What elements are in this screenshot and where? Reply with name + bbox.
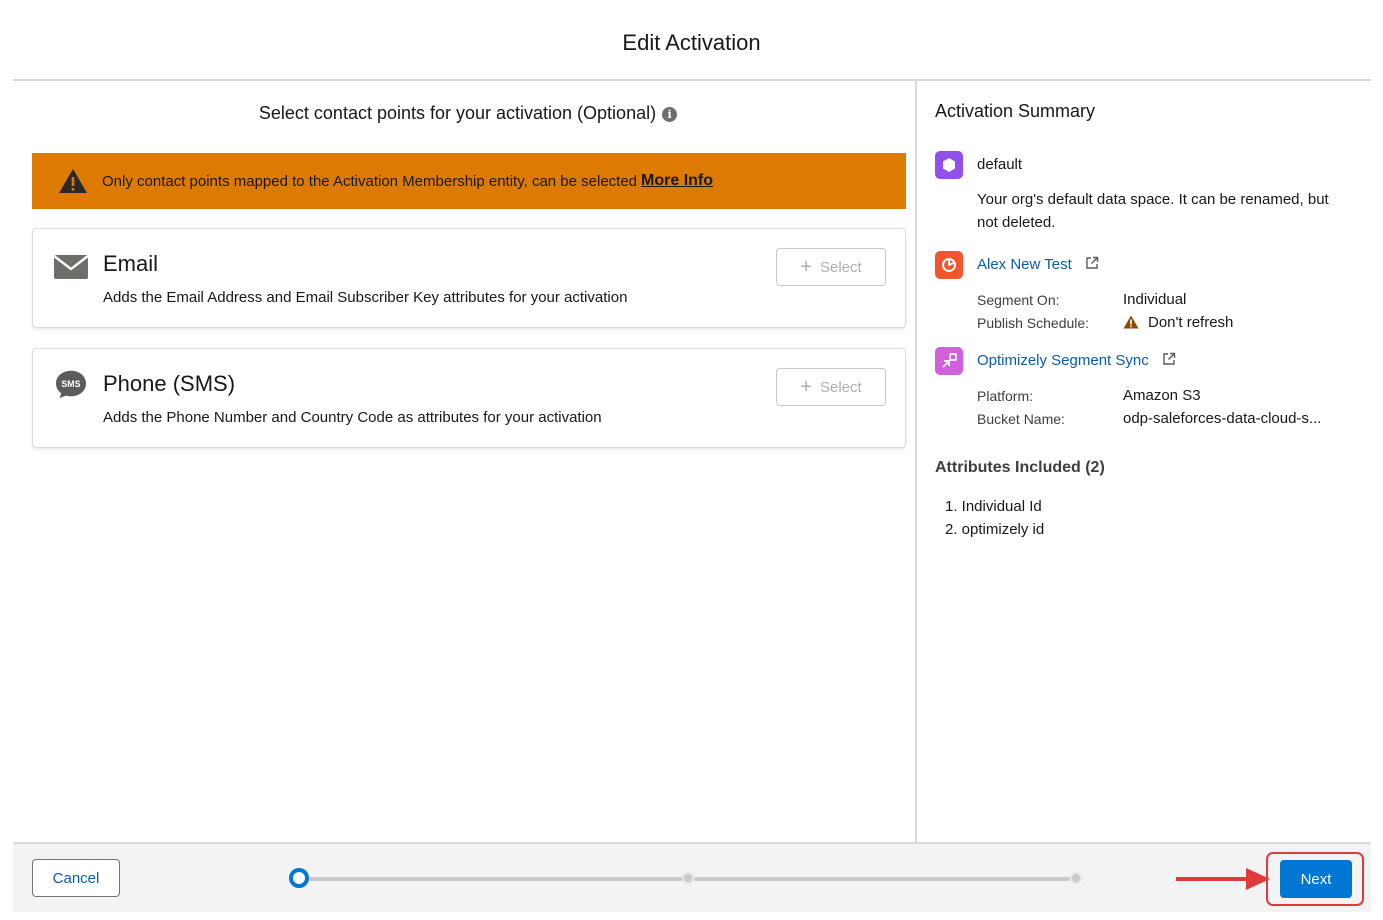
sms-title: Phone (SMS) (103, 371, 236, 396)
external-link-icon[interactable] (1085, 256, 1099, 270)
external-link-icon[interactable] (1162, 352, 1176, 366)
warning-icon (1123, 315, 1139, 329)
sms-select-label: Select (819, 378, 862, 396)
warning-banner: Only contact points mapped to the Activa… (32, 153, 906, 209)
publish-schedule-value: Don't refresh (1148, 314, 1234, 331)
data-space-description: Your org's default data space. It can be… (977, 191, 1329, 231)
contact-points-heading: Select contact points for your activatio… (13, 103, 923, 124)
target-link[interactable]: Optimizely Segment Sync (977, 352, 1149, 369)
activation-summary-panel: Activation Summary default Your org's de… (917, 81, 1383, 842)
summary-title: Activation Summary (935, 101, 1096, 121)
platform-label: Platform: (977, 388, 1034, 404)
activation-target-icon (935, 347, 963, 375)
segment-row: Alex New Test (977, 256, 1099, 273)
progress-track (694, 877, 1070, 881)
plus-icon: + (800, 376, 812, 398)
next-button[interactable]: Next (1280, 860, 1352, 898)
platform-value: Amazon S3 (1123, 387, 1201, 404)
cancel-button[interactable]: Cancel (32, 859, 120, 897)
sms-description: Adds the Phone Number and Country Code a… (103, 409, 602, 426)
attributes-title: Attributes Included (2) (935, 459, 1105, 476)
email-icon (53, 255, 89, 279)
email-select-button[interactable]: + Select (776, 248, 886, 286)
progress-step-1[interactable] (289, 868, 309, 888)
email-title: Email (103, 251, 159, 276)
data-space-name: default (977, 156, 1023, 173)
info-icon[interactable]: i (662, 107, 678, 122)
more-info-link[interactable]: More Info (641, 172, 713, 190)
email-select-label: Select (819, 258, 862, 276)
segment-link[interactable]: Alex New Test (977, 256, 1072, 273)
warning-text: Only contact points mapped to the Activa… (102, 172, 638, 190)
segment-on-value: Individual (1123, 291, 1187, 308)
attribute-item: 1. Individual Id (945, 498, 1042, 515)
modal-title: Edit Activation (622, 30, 761, 55)
warning-icon (59, 169, 87, 193)
progress-indicator (289, 868, 1089, 890)
segment-on-label: Segment On: (977, 292, 1060, 308)
progress-step-2[interactable] (682, 872, 694, 884)
bucket-name-label: Bucket Name: (977, 411, 1065, 427)
sms-select-button[interactable]: + Select (776, 368, 886, 406)
publish-schedule-label: Publish Schedule: (977, 315, 1090, 331)
sms-icon: SMS (56, 370, 86, 399)
attribute-item: 2. optimizely id (945, 521, 1045, 538)
svg-text:SMS: SMS (61, 379, 80, 389)
segment-icon (935, 251, 963, 279)
email-contact-card: Email Adds the Email Address and Email S… (32, 228, 906, 328)
publish-schedule-row: Don't refresh (1123, 314, 1233, 331)
contact-points-heading-text: Select contact points for your activatio… (258, 103, 657, 123)
target-row: Optimizely Segment Sync (977, 352, 1176, 369)
sms-contact-card: SMS Phone (SMS) Adds the Phone Number an… (32, 348, 906, 448)
red-arrow-annotation (1176, 868, 1270, 890)
progress-step-3[interactable] (1070, 872, 1082, 884)
contact-points-panel: Select contact points for your activatio… (13, 81, 915, 842)
bucket-name-value: odp-saleforces-data-cloud-s... (1123, 410, 1322, 427)
email-description: Adds the Email Address and Email Subscri… (103, 289, 628, 306)
modal-footer: Cancel Next (13, 842, 1371, 912)
plus-icon: + (800, 256, 812, 278)
progress-track (305, 877, 683, 881)
data-space-icon (935, 151, 963, 179)
